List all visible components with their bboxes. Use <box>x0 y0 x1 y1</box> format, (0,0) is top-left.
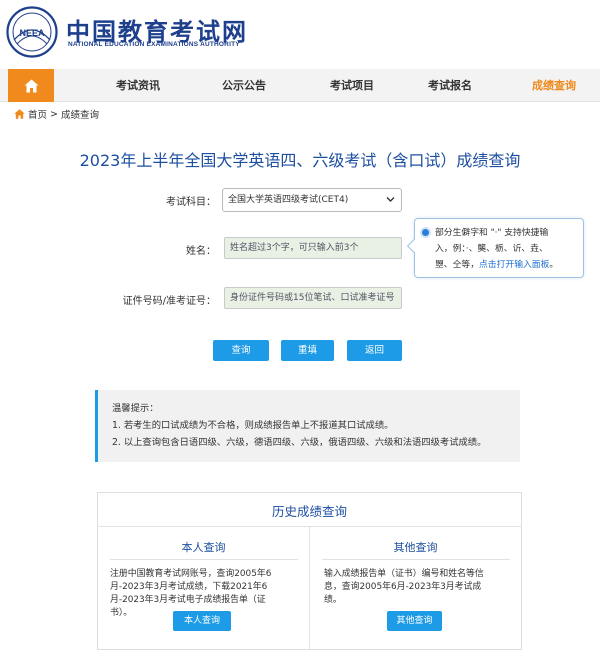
other-query-title: 其他查询 <box>393 541 438 554</box>
home-icon <box>24 79 38 92</box>
self-desc-line-2: 月-2023年3月考试成绩，下载2021年6 <box>110 582 268 592</box>
neea-logo-icon[interactable]: NEEA <box>6 6 58 58</box>
seal-text: NEEA <box>19 28 45 38</box>
tip-line-1: 部分生僻字和 "·" 支持快捷输 <box>435 228 549 238</box>
open-input-panel-link[interactable]: 点击打开输入面板 <box>479 260 549 270</box>
chevron-down-icon <box>386 197 395 202</box>
name-label: 姓名： <box>186 246 216 257</box>
tip-line-3-suffix: 。 <box>549 260 559 270</box>
self-query-title: 本人查询 <box>181 541 226 554</box>
name-input-placeholder: 姓名超过3个字，可只输入前3个 <box>230 243 359 253</box>
self-desc-line-1: 注册中国教育考试网账号，查询2005年6 <box>110 569 272 579</box>
id-number-input[interactable]: 身份证件号码或15位笔试、口试准考证号 <box>224 287 402 309</box>
tip-line-2: 入，例：·、龑、栃、䜣、垚、 <box>435 244 548 254</box>
self-query-button[interactable]: 本人查询 <box>173 611 231 631</box>
query-button[interactable]: 查询 <box>213 340 269 361</box>
name-input[interactable]: 姓名超过3个字，可只输入前3个 <box>224 237 402 259</box>
self-desc-line-3: 月-2023年3月考试电子成绩报告单（证 <box>110 595 266 605</box>
nav-item-announcements[interactable]: 公示公告 <box>222 69 266 102</box>
notice-item-1: 1. 若考生的口试成绩为不合格，则成绩报告单上不报道其口试成绩。 <box>112 420 394 431</box>
history-score-panel: 历史成绩查询 本人查询 注册中国教育考试网账号，查询2005年6 月-2023年… <box>97 492 522 650</box>
history-title: 历史成绩查询 <box>271 504 347 519</box>
info-dot-icon <box>422 229 429 236</box>
subject-label: 考试科目： <box>166 197 216 208</box>
tip-arrow <box>406 238 422 254</box>
breadcrumb-current: 成绩查询 <box>60 110 99 121</box>
tip-line-3: 曌、仝等，点击打开输入面板。 <box>435 257 577 273</box>
input-tip-box: 部分生僻字和 "·" 支持快捷输 入，例：·、龑、栃、䜣、垚、 曌、仝等，点击打… <box>406 218 584 278</box>
subject-select[interactable]: 全国大学英语四级考试(CET4) <box>222 188 402 212</box>
subject-select-value: 全国大学英语四级考试(CET4) <box>228 195 349 205</box>
other-desc-line-3: 绩。 <box>324 595 342 605</box>
id-number-input-placeholder: 身份证件号码或15位笔试、口试准考证号 <box>230 293 395 303</box>
other-query-description: 输入成绩报告单（证书）编号和姓名等信 息，查询2005年6月-2023年3月考试… <box>324 568 514 607</box>
site-subtitle: NATIONAL EDUCATION EXAMINATIONS AUTHORIT… <box>68 41 240 48</box>
id-number-label: 证件号码/准考证号： <box>122 296 216 307</box>
self-query-underline <box>110 559 298 560</box>
nav-item-registration[interactable]: 考试报名 <box>428 69 472 102</box>
nav-item-exam-programs[interactable]: 考试项目 <box>330 69 374 102</box>
nav-item-exam-news[interactable]: 考试资讯 <box>116 69 160 102</box>
page-title: 2023年上半年全国大学英语四、六级考试（含口试）成绩查询 <box>79 151 521 170</box>
other-query-button[interactable]: 其他查询 <box>387 611 442 631</box>
nav-home-button[interactable] <box>8 69 54 102</box>
notice-title: 温馨提示： <box>112 403 159 414</box>
breadcrumb-home-icon <box>14 109 25 119</box>
reset-button[interactable]: 重填 <box>281 340 334 361</box>
breadcrumb: 首页 > 成绩查询 <box>14 107 99 121</box>
nav-item-score-query[interactable]: 成绩查询 <box>532 69 576 102</box>
other-desc-line-2: 息，查询2005年6月-2023年3月考试成 <box>324 582 482 592</box>
notice-item-2: 2. 以上查询包含日语四级、六级，德语四级、六级，俄语四级、六级和法语四级考试成… <box>112 437 487 448</box>
main-nav: 考试资讯 公示公告 考试项目 考试报名 成绩查询 <box>0 69 600 102</box>
other-desc-line-1: 输入成绩报告单（证书）编号和姓名等信 <box>324 569 484 579</box>
breadcrumb-separator: > <box>50 108 58 120</box>
other-query-underline <box>322 559 510 560</box>
breadcrumb-home-link[interactable]: 首页 <box>28 107 47 121</box>
notice-box: 温馨提示： 1. 若考生的口试成绩为不合格，则成绩报告单上不报道其口试成绩。 2… <box>95 390 520 462</box>
site-header: NEEA 中国教育考试网 NATIONAL EDUCATION EXAMINAT… <box>0 0 600 68</box>
tip-line-3-prefix: 曌、仝等， <box>435 260 479 270</box>
back-button[interactable]: 返回 <box>347 340 402 361</box>
